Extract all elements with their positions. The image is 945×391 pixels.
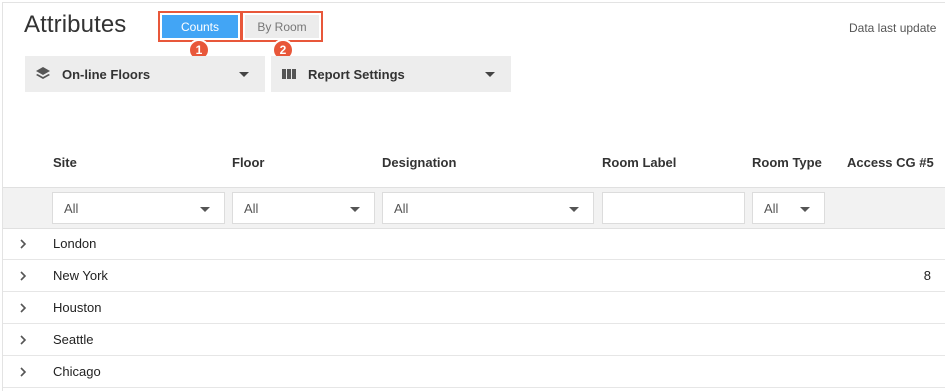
last-update-text: Data last update xyxy=(849,21,937,35)
row-site: London xyxy=(53,236,97,251)
columns-icon xyxy=(281,66,297,82)
tab-by-room[interactable]: By Room xyxy=(241,11,323,42)
column-header-room-type[interactable]: Room Type xyxy=(752,155,822,170)
site-filter-select[interactable]: All xyxy=(52,192,225,224)
chevron-right-icon[interactable] xyxy=(17,269,29,283)
column-header-site[interactable]: Site xyxy=(53,155,77,170)
row-access-cg5: 8 xyxy=(923,268,931,283)
floor-filter-select[interactable]: All xyxy=(232,192,375,224)
table-row[interactable]: New York 8 xyxy=(3,260,945,292)
chevron-down-icon xyxy=(350,207,360,212)
report-settings-label: Report Settings xyxy=(308,66,405,82)
designation-filter-select[interactable]: All xyxy=(382,192,594,224)
room-label-filter-input[interactable] xyxy=(602,192,745,224)
site-filter-value: All xyxy=(64,200,79,216)
designation-filter-value: All xyxy=(394,200,409,216)
tab-counts[interactable]: Counts xyxy=(158,11,242,42)
tab-by-room-label: By Room xyxy=(245,15,319,38)
chevron-down-icon xyxy=(239,72,249,77)
room-type-filter-value: All xyxy=(764,200,779,216)
row-site: New York xyxy=(53,268,108,283)
table-row[interactable]: Houston xyxy=(3,292,945,324)
tab-counts-label: Counts xyxy=(162,15,238,38)
table-row[interactable]: Seattle xyxy=(3,324,945,356)
online-floors-label: On-line Floors xyxy=(62,66,151,82)
column-header-floor[interactable]: Floor xyxy=(232,155,265,170)
row-site: Houston xyxy=(53,300,102,315)
page-title: Attributes xyxy=(24,11,127,38)
online-floors-dropdown[interactable]: On-line Floors xyxy=(25,56,265,92)
table-row[interactable]: London xyxy=(3,228,945,260)
table-row[interactable]: Chicago xyxy=(3,356,945,388)
chevron-right-icon[interactable] xyxy=(17,301,29,315)
room-type-filter-select[interactable]: All xyxy=(752,192,825,224)
layers-icon xyxy=(35,66,51,82)
column-header-designation[interactable]: Designation xyxy=(382,155,456,170)
chevron-down-icon xyxy=(800,207,810,212)
chevron-right-icon[interactable] xyxy=(17,365,29,379)
report-settings-dropdown[interactable]: Report Settings xyxy=(271,56,511,92)
column-header-access-cg5[interactable]: Access CG #5 xyxy=(847,155,934,170)
floor-filter-value: All xyxy=(244,200,259,216)
chevron-right-icon[interactable] xyxy=(17,333,29,347)
chevron-right-icon[interactable] xyxy=(17,237,29,251)
row-site: Seattle xyxy=(53,332,94,347)
chevron-down-icon xyxy=(569,207,579,212)
row-site: Chicago xyxy=(53,364,101,379)
chevron-down-icon xyxy=(485,72,495,77)
column-header-room-label[interactable]: Room Label xyxy=(602,155,676,170)
chevron-down-icon xyxy=(200,207,210,212)
